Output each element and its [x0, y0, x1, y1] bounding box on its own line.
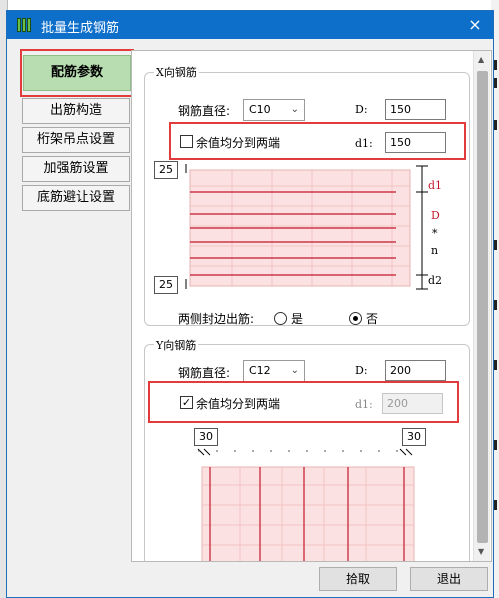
- both-side-yes-radio[interactable]: [274, 312, 287, 325]
- x-split-label: 余值均分到两端: [196, 136, 281, 150]
- x-rebar-group-title: X向钢筋: [154, 64, 199, 80]
- title-bar: 批量生成钢筋 ×: [7, 11, 493, 39]
- panel-scrollbar[interactable]: ▲ ▼: [473, 51, 490, 561]
- app-icon: [17, 18, 31, 32]
- x-dim-d: D: [431, 209, 440, 222]
- x-split-checkbox[interactable]: [180, 135, 193, 148]
- chevron-down-icon: ⌄: [290, 104, 299, 115]
- y-d1-label: d1:: [355, 398, 373, 411]
- x-dim-d1: d1: [428, 179, 443, 192]
- pick-button[interactable]: 拾取: [319, 567, 397, 591]
- tab-bottom-bar-avoidance[interactable]: 底筋避让设置: [22, 185, 130, 211]
- y-rebar-group-title: Y向钢筋: [154, 337, 199, 353]
- y-slab-outline: [201, 466, 415, 561]
- chevron-down-icon: ⌄: [290, 365, 299, 376]
- both-side-edge-label: 两侧封边出筋:: [178, 312, 255, 326]
- y-diameter-value: C12: [249, 364, 271, 377]
- tab-reinforcing-bars[interactable]: 加强筋设置: [22, 156, 130, 182]
- batch-rebar-dialog: 批量生成钢筋 × 配筋参数 出筋构造 桁架吊点设置 加强筋设置 底筋避让设置 X…: [6, 10, 494, 598]
- close-icon[interactable]: ×: [463, 14, 487, 36]
- y-rebar-diagram: [197, 448, 415, 561]
- x-d1-label: d1:: [355, 137, 373, 150]
- x-diameter-select[interactable]: C10 ⌄: [243, 99, 305, 121]
- both-side-no-radio[interactable]: [349, 312, 362, 325]
- x-diameter-label: 钢筋直径:: [178, 104, 231, 118]
- x-bottom-offset-value: 25: [154, 276, 178, 294]
- y-d1-input[interactable]: 200: [382, 393, 443, 414]
- scroll-down-icon[interactable]: ▼: [478, 547, 484, 556]
- y-diameter-select[interactable]: C12 ⌄: [243, 360, 305, 382]
- params-panel: X向钢筋 钢筋直径: C10 ⌄ D: 150 余值均分到两端 d1: 150 …: [131, 50, 492, 562]
- active-tab-highlight-box: [20, 49, 134, 97]
- x-dim-star: *: [432, 227, 438, 240]
- exit-button[interactable]: 退出: [410, 567, 488, 591]
- x-diameter-value: C10: [249, 103, 271, 116]
- x-spacing-input[interactable]: 150: [385, 99, 446, 120]
- y-split-checkbox[interactable]: ✓: [180, 396, 193, 409]
- tab-rebar-extension[interactable]: 出筋构造: [22, 98, 130, 124]
- both-side-yes-label: 是: [291, 312, 304, 326]
- x-dim-n: n: [431, 244, 439, 257]
- y-right-offset-value: 30: [402, 428, 426, 446]
- x-spacing-label: D:: [355, 103, 368, 116]
- x-rebar-diagram: [185, 164, 428, 290]
- scroll-up-icon[interactable]: ▲: [478, 55, 484, 64]
- y-spacing-label: D:: [355, 364, 368, 377]
- y-diameter-label: 钢筋直径:: [178, 366, 231, 380]
- tab-truss-lifting-points[interactable]: 桁架吊点设置: [22, 127, 130, 153]
- x-dim-d2: d2: [428, 274, 443, 287]
- y-split-label: 余值均分到两端: [196, 397, 281, 411]
- both-side-no-label: 否: [366, 312, 379, 326]
- x-d1-input[interactable]: 150: [385, 132, 446, 153]
- x-top-offset-value: 25: [154, 161, 178, 179]
- window-title: 批量生成钢筋: [41, 21, 120, 36]
- scrollbar-thumb[interactable]: [477, 71, 488, 543]
- y-spacing-input[interactable]: 200: [385, 360, 446, 381]
- y-left-offset-value: 30: [194, 428, 218, 446]
- y-dimension-ticks: [197, 448, 413, 456]
